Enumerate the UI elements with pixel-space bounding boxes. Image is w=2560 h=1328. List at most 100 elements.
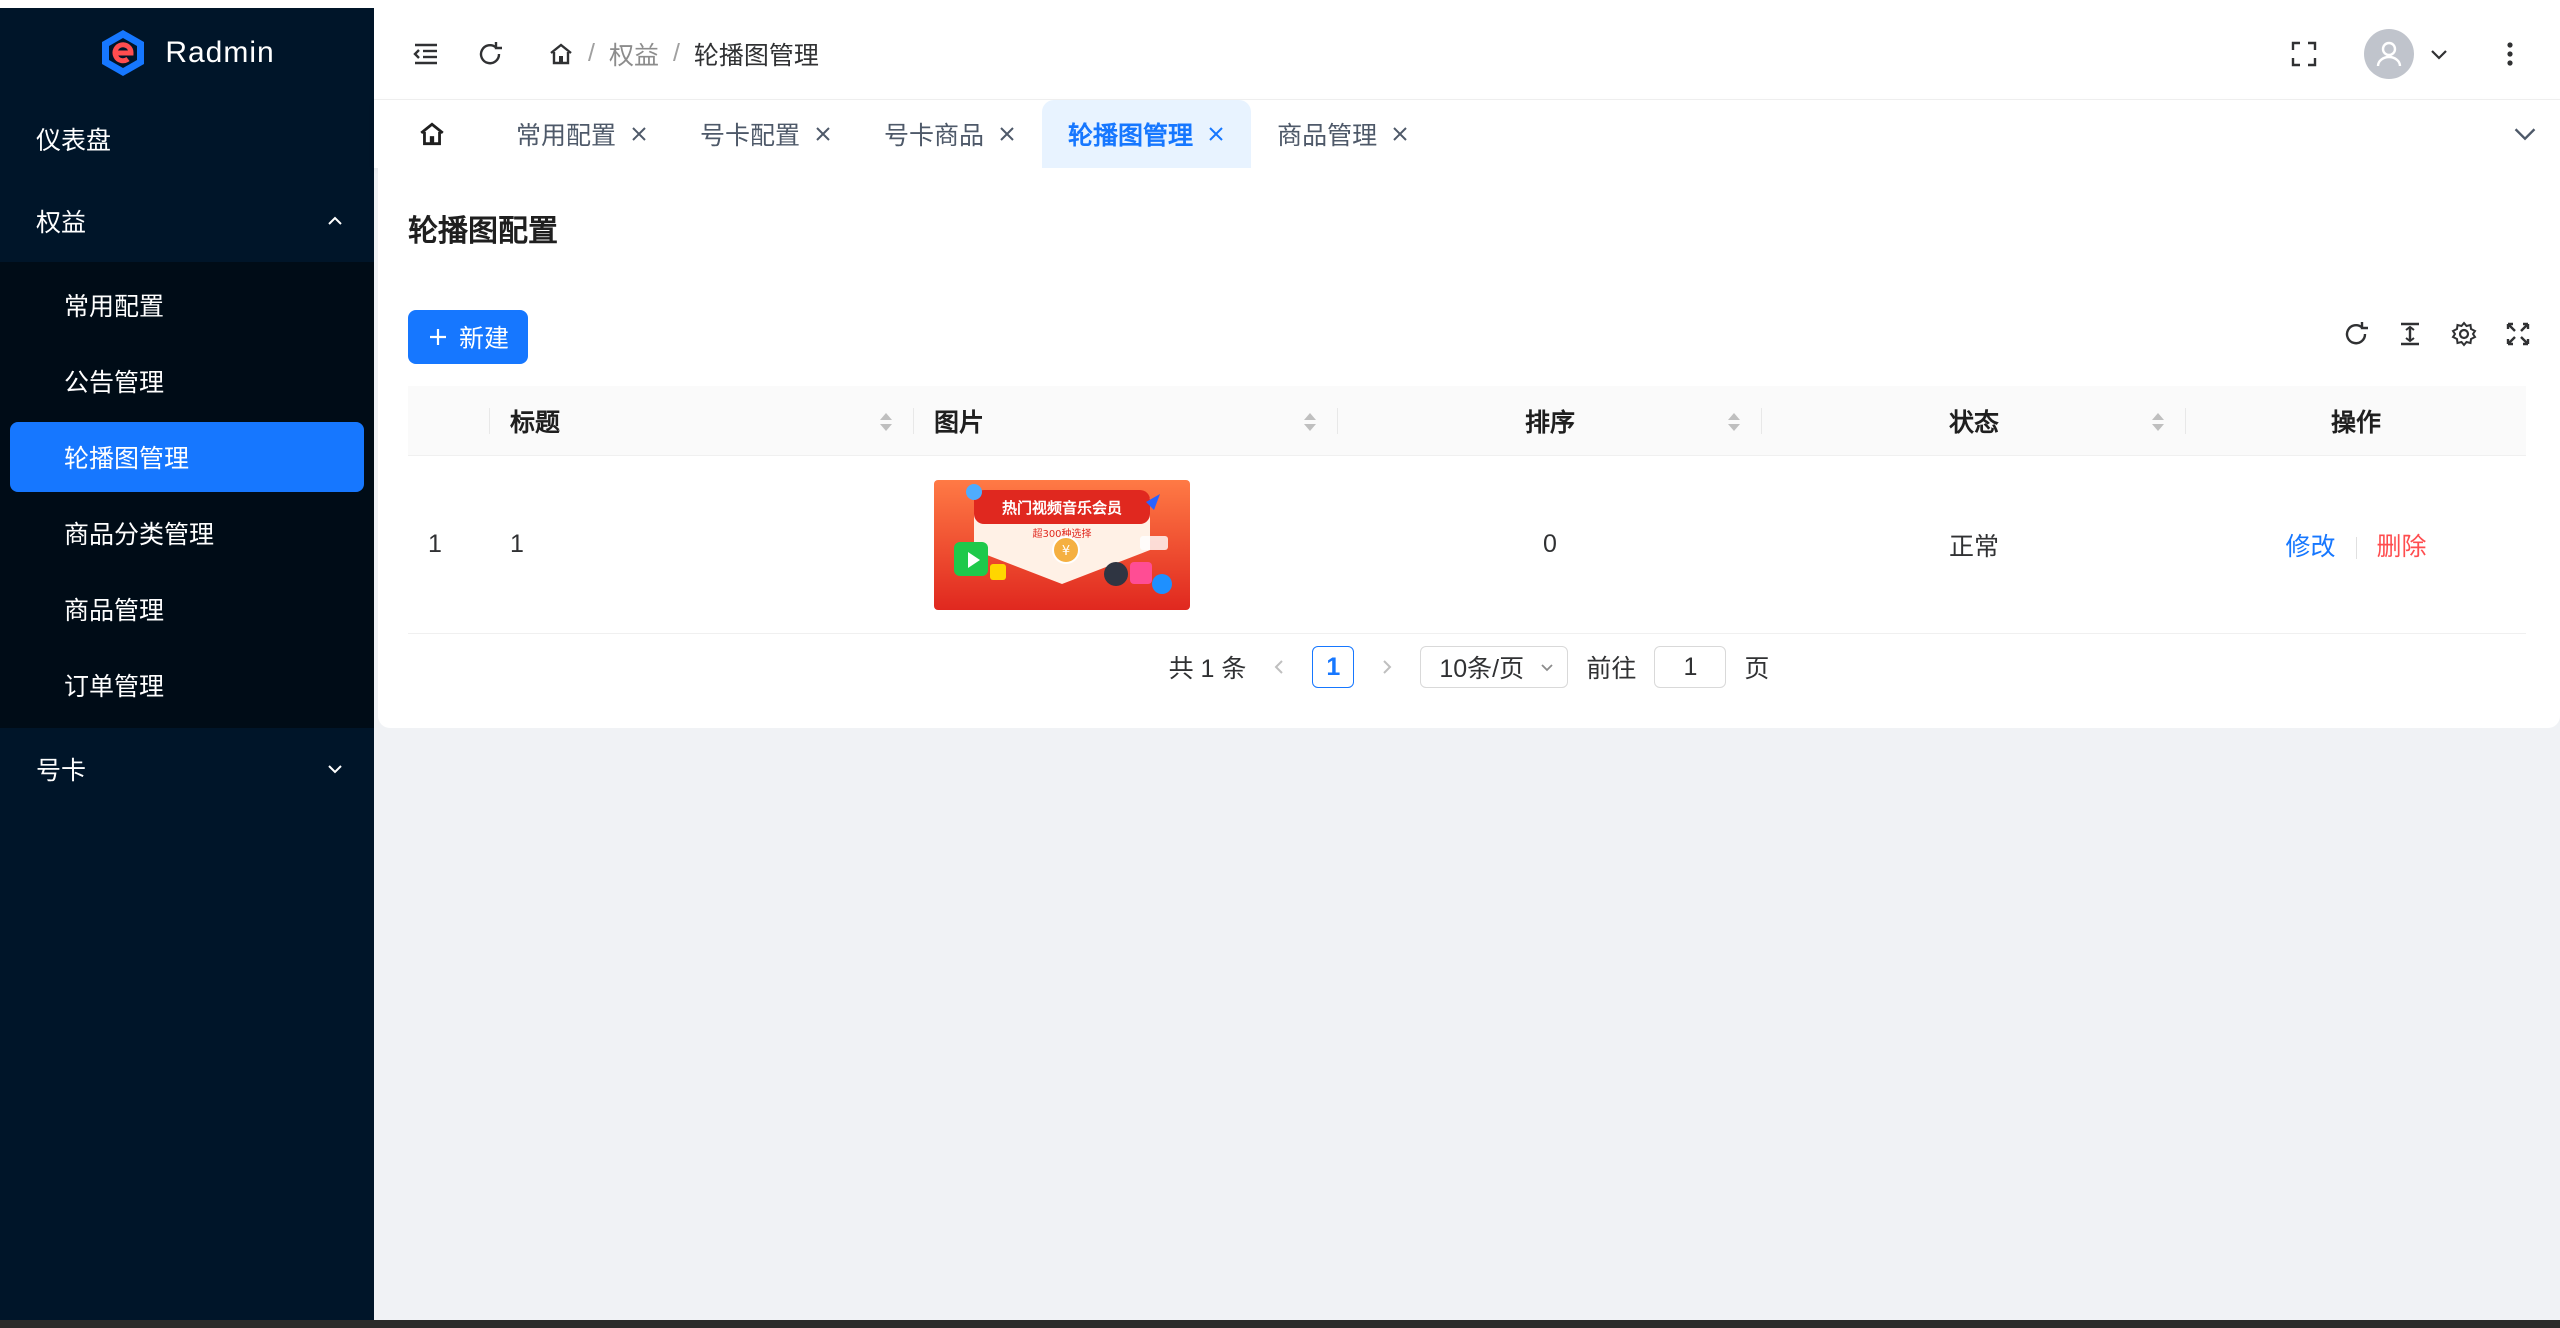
page-size-value: 10条/页	[1439, 655, 1525, 683]
pagination-total: 共 1 条	[1168, 655, 1247, 683]
carousel-table: 标题 图片 排序 状态 操作 1 1 热门视频音乐会员 超300种选择 ¥ 0 …	[408, 386, 2526, 634]
sidebar-item-label: 权益	[36, 209, 87, 237]
sidebar-item-label: 订单管理	[64, 673, 165, 701]
sidebar-item-notice-manage[interactable]: 公告管理	[10, 346, 364, 416]
next-page-button[interactable]	[1372, 652, 1402, 682]
table-row: 1 1 热门视频音乐会员 超300种选择 ¥ 0 正常 修改 删除	[408, 456, 2526, 634]
sort-icon[interactable]	[1726, 411, 1742, 433]
column-status[interactable]: 状态	[1762, 386, 2186, 456]
chevron-down-icon	[2514, 128, 2536, 141]
sidebar-item-label: 公告管理	[64, 369, 165, 397]
column-index	[408, 386, 490, 456]
home-icon[interactable]	[548, 41, 574, 67]
table-fullscreen-button[interactable]	[2502, 318, 2534, 350]
tab-label: 号卡配置	[700, 122, 801, 150]
chevron-down-icon	[1541, 664, 1554, 672]
menu-fold-button[interactable]	[406, 34, 446, 74]
column-status-label: 状态	[1948, 408, 1999, 437]
home-icon	[420, 122, 444, 146]
table-header: 标题 图片 排序 状态 操作	[408, 386, 2526, 456]
tab-label: 轮播图管理	[1068, 122, 1194, 150]
sidebar-item-dashboard[interactable]: 仪表盘	[0, 98, 374, 180]
tab-home[interactable]	[374, 100, 490, 168]
sort-icon[interactable]	[1302, 411, 1318, 433]
tabs-dropdown-button[interactable]	[2490, 121, 2560, 147]
column-settings-button[interactable]	[2448, 318, 2480, 350]
page-number-button[interactable]: 1	[1312, 646, 1355, 688]
avatar	[2364, 28, 2414, 79]
sort-icon[interactable]	[2150, 411, 2166, 433]
sidebar-item-card[interactable]: 号卡	[0, 728, 374, 810]
chevron-up-icon	[328, 216, 342, 225]
close-icon[interactable]	[998, 125, 1016, 143]
fullscreen-icon	[2291, 41, 2317, 66]
cell-status: 正常	[1948, 532, 1999, 561]
goto-suffix: 页	[1744, 655, 1770, 683]
prev-page-button[interactable]	[1264, 652, 1294, 682]
plus-icon	[429, 329, 446, 345]
breadcrumb-item-rights[interactable]: 权益	[609, 36, 659, 72]
column-actions-label: 操作	[2330, 408, 2381, 437]
reload-button[interactable]	[2340, 318, 2372, 350]
refresh-button[interactable]	[470, 34, 510, 74]
column-title[interactable]: 标题	[490, 386, 914, 456]
cell-index: 1	[428, 530, 442, 558]
edit-link[interactable]: 修改	[2285, 533, 2335, 561]
fullscreen-button[interactable]	[2284, 34, 2324, 74]
sidebar-item-rights[interactable]: 权益	[0, 180, 374, 262]
thumbnail-title: 热门视频音乐会员	[1002, 499, 1122, 517]
goto-prefix: 前往	[1586, 655, 1637, 683]
tab-label: 常用配置	[516, 122, 617, 150]
table-toolbar	[2340, 318, 2534, 350]
gear-icon	[2451, 321, 2477, 347]
submenu-rights: 常用配置 公告管理 轮播图管理 商品分类管理 商品管理 订单管理	[0, 262, 374, 728]
header-actions	[2284, 28, 2560, 79]
tab-card-product[interactable]: 号卡商品	[858, 100, 1042, 168]
column-image-label: 图片	[934, 408, 985, 437]
column-title-label: 标题	[510, 408, 561, 437]
svg-text:¥: ¥	[1062, 544, 1070, 559]
user-menu[interactable]	[2364, 28, 2450, 79]
more-vertical-icon	[2507, 41, 2513, 66]
goto-page-input[interactable]	[1654, 646, 1727, 688]
column-height-icon	[2401, 322, 2419, 346]
chevron-right-icon	[1383, 660, 1392, 674]
menu-fold-icon	[413, 43, 437, 64]
tab-product-manage[interactable]: 商品管理	[1251, 100, 1435, 168]
new-button[interactable]: 新建	[408, 310, 528, 364]
delete-link[interactable]: 删除	[2377, 533, 2427, 561]
page-title: 轮播图配置	[408, 215, 558, 248]
radmin-logo-icon	[102, 30, 145, 76]
close-icon[interactable]	[1391, 125, 1409, 143]
brand-name: Radmin	[165, 36, 275, 69]
sidebar-item-category-manage[interactable]: 商品分类管理	[10, 498, 364, 568]
reload-icon	[2345, 322, 2368, 345]
sidebar-item-product-manage[interactable]: 商品管理	[10, 574, 364, 644]
chevron-down-icon	[328, 765, 342, 774]
tab-label: 商品管理	[1277, 122, 1378, 150]
sidebar: Radmin 仪表盘 权益 常用配置 公告管理 轮播图管理 商品分类管理 商品管…	[0, 8, 374, 1320]
chevron-down-icon	[2431, 49, 2447, 60]
sort-icon[interactable]	[878, 411, 894, 433]
logo[interactable]: Radmin	[0, 8, 374, 98]
sidebar-item-label: 商品分类管理	[64, 521, 215, 549]
sidebar-item-common-config[interactable]: 常用配置	[10, 270, 364, 340]
cell-sort: 0	[1543, 530, 1557, 558]
cell-actions: 修改 删除	[2186, 527, 2526, 563]
tab-carousel-manage[interactable]: 轮播图管理	[1042, 100, 1252, 168]
page-size-select[interactable]: 10条/页	[1420, 646, 1569, 688]
close-icon[interactable]	[630, 125, 648, 143]
tab-common-config[interactable]: 常用配置	[490, 100, 674, 168]
sidebar-item-order-manage[interactable]: 订单管理	[10, 650, 364, 720]
tab-card-config[interactable]: 号卡配置	[674, 100, 858, 168]
close-icon[interactable]	[1207, 125, 1225, 143]
column-image[interactable]: 图片	[914, 386, 1338, 456]
pagination: 共 1 条 1 10条/页 前往 页	[378, 646, 2560, 688]
carousel-thumbnail[interactable]: 热门视频音乐会员 超300种选择 ¥	[934, 479, 1190, 610]
density-button[interactable]	[2394, 318, 2426, 350]
sidebar-item-label: 常用配置	[64, 293, 165, 321]
sidebar-item-carousel-manage[interactable]: 轮播图管理	[10, 422, 364, 492]
column-sort[interactable]: 排序	[1338, 386, 1762, 456]
more-button[interactable]	[2490, 34, 2530, 74]
close-icon[interactable]	[814, 125, 832, 143]
